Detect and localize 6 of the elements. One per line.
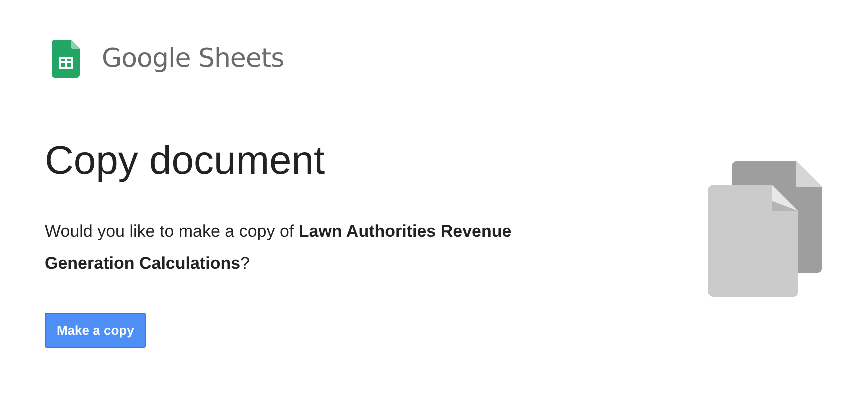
page-title: Copy document [45, 138, 326, 185]
copy-message: Would you like to make a copy of Lawn Authorities Revenue Generation Calculations? [45, 221, 513, 275]
brand-name: Google Sheets [102, 44, 284, 74]
documents-icon [708, 161, 822, 297]
make-copy-button[interactable]: Make a copy [45, 313, 146, 348]
sheets-logo-icon [52, 40, 80, 78]
